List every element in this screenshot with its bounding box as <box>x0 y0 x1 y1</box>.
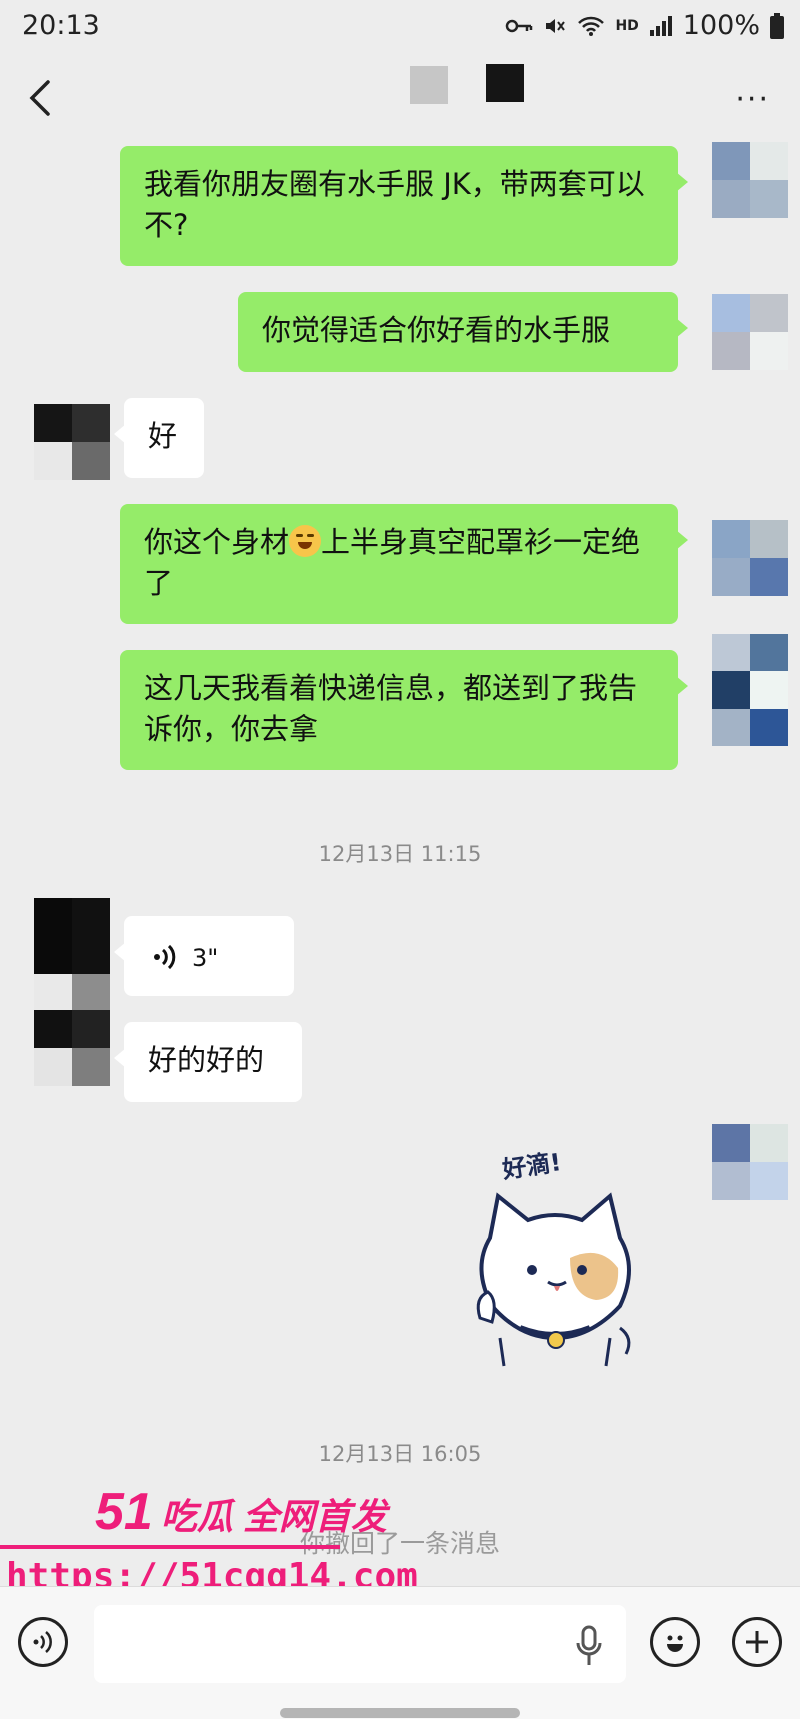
my-avatar[interactable] <box>712 634 788 746</box>
plus-icon <box>746 1631 768 1653</box>
contact-avatar[interactable] <box>34 404 110 480</box>
watermark-brand-text: 吃瓜 全网首发 <box>160 1496 387 1537</box>
laughing-tears-emoji-icon <box>289 525 322 557</box>
chat-input-bar <box>0 1586 800 1719</box>
voice-message[interactable]: 3" <box>114 916 294 996</box>
smiley-icon <box>667 1635 683 1652</box>
emoji-button[interactable] <box>650 1617 700 1667</box>
battery-percent: 100% <box>682 10 760 41</box>
my-avatar[interactable] <box>712 1124 788 1200</box>
signal-icon <box>649 15 672 36</box>
voice-wave-icon <box>154 944 176 970</box>
contact-avatar[interactable] <box>34 1010 110 1086</box>
my-avatar[interactable] <box>712 142 788 218</box>
message-text: 好 <box>148 419 178 453</box>
message-text: 你这个身材 <box>144 525 290 559</box>
battery-icon <box>770 12 784 39</box>
home-indicator <box>280 1708 520 1718</box>
my-avatar[interactable] <box>712 520 788 596</box>
watermark-brand-number: 51 <box>95 1483 153 1541</box>
wifi-icon <box>578 16 605 36</box>
key-icon <box>506 19 533 32</box>
more-options-icon[interactable]: ··· <box>735 82 770 117</box>
message-bubble-sent[interactable]: 你觉得适合你好看的水手服 <box>238 292 688 372</box>
microphone-icon[interactable] <box>574 1625 604 1667</box>
status-bar: 20:13 HD 100% <box>0 0 800 56</box>
voice-toggle-button[interactable] <box>18 1617 68 1667</box>
hd-label: HD <box>615 17 639 34</box>
message-input[interactable] <box>94 1605 626 1683</box>
voice-duration: 3" <box>192 944 219 972</box>
timestamp: 12月13日 16:05 <box>318 1442 482 1466</box>
mute-icon <box>546 18 566 33</box>
contact-name-redacted-2 <box>486 64 524 102</box>
message-text: 你觉得适合你好看的水手服 <box>262 313 611 347</box>
message-text: 好的好的 <box>148 1043 265 1077</box>
watermark-brand: 51 吃瓜 全网首发 <box>95 1482 387 1542</box>
message-bubble-received[interactable]: 好 <box>114 398 204 478</box>
timestamp: 12月13日 11:15 <box>318 842 482 866</box>
watermark-divider <box>0 1545 340 1549</box>
back-icon[interactable] <box>22 76 62 120</box>
chat-header: ··· <box>0 56 800 140</box>
message-bubble-sent[interactable]: 我看你朋友圈有水手服 JK，带两套可以不? <box>120 146 688 266</box>
add-attachment-button[interactable] <box>732 1617 782 1667</box>
status-icons: HD 100% <box>505 10 784 41</box>
message-bubble-sent[interactable]: 这几天我看着快递信息，都送到了我告诉你，你去拿 <box>120 650 688 770</box>
sticker-message[interactable]: 好滴! <box>470 1138 640 1368</box>
status-time: 20:13 <box>22 10 100 41</box>
voice-wave-icon <box>33 1631 52 1653</box>
cat-sticker-image <box>476 1192 631 1367</box>
my-avatar[interactable] <box>712 294 788 370</box>
message-text: 我看你朋友圈有水手服 JK，带两套可以不? <box>144 167 645 242</box>
message-bubble-sent[interactable]: 你这个身材 上半身真空配罩衫一定绝了 <box>120 504 688 624</box>
message-bubble-received[interactable]: 好的好的 <box>114 1022 302 1102</box>
message-text: 这几天我看着快递信息，都送到了我告诉你，你去拿 <box>144 671 638 746</box>
contact-name-redacted <box>410 66 448 104</box>
